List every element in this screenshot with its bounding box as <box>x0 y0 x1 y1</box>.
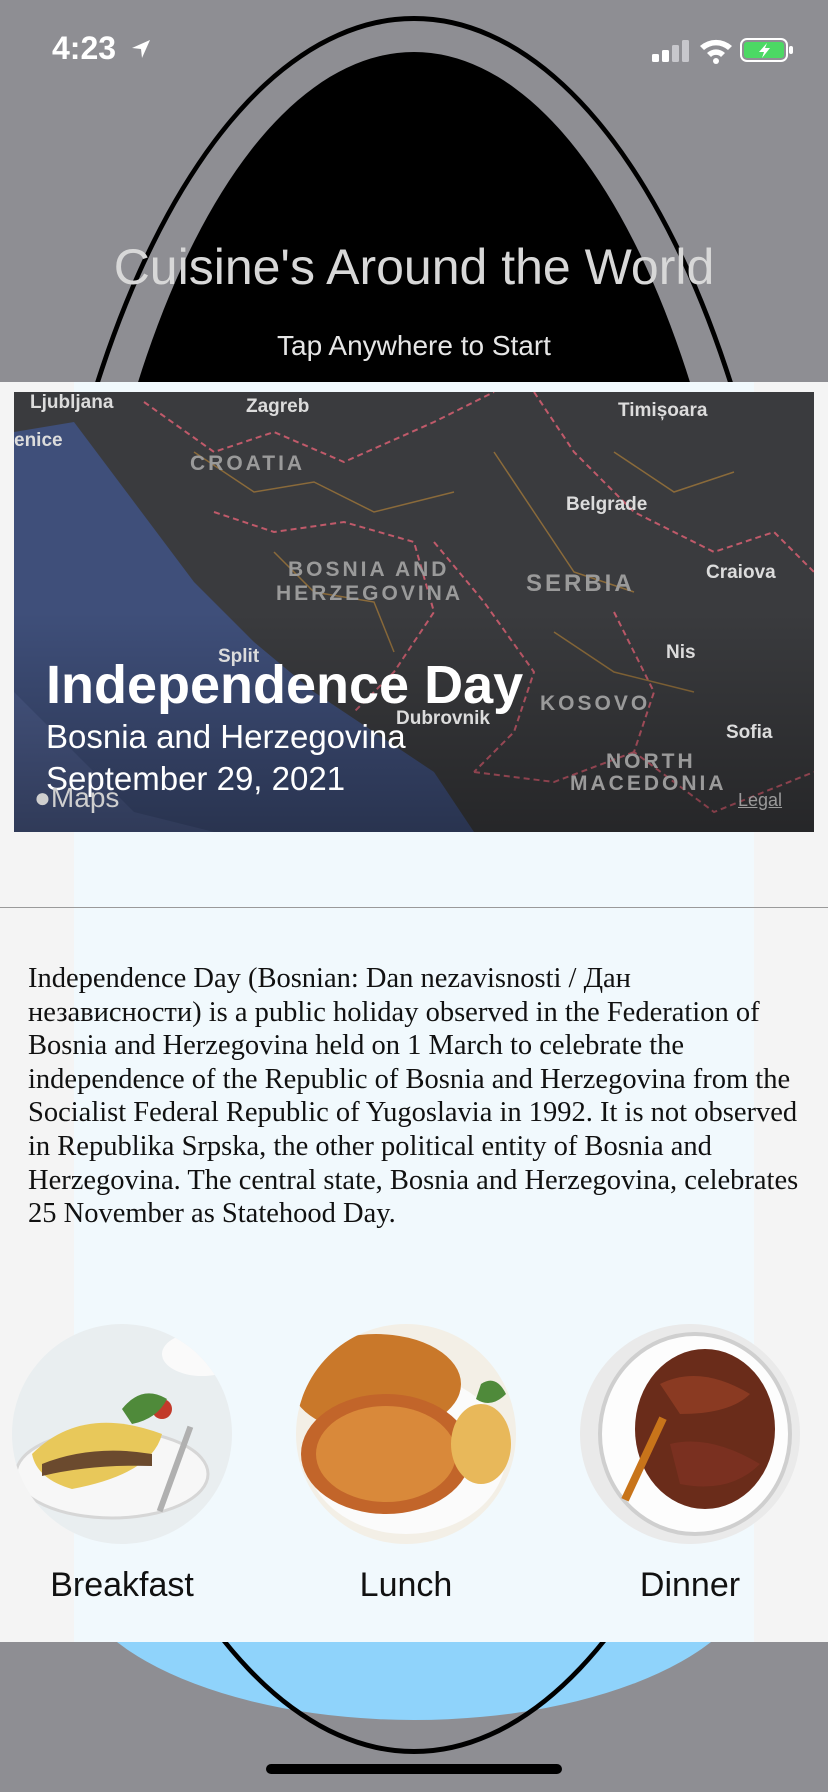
apple-maps-attribution: ●Maps <box>34 782 119 814</box>
lunch-image[interactable] <box>296 1324 516 1544</box>
holiday-country: Bosnia and Herzegovina <box>46 718 406 755</box>
lunch-potato-pancake-icon <box>296 1324 516 1544</box>
meal-label: Breakfast <box>50 1566 194 1604</box>
meal-breakfast[interactable]: Breakfast <box>12 1324 232 1605</box>
tap-to-start-label[interactable]: Tap Anywhere to Start <box>0 330 828 362</box>
map-view[interactable]: Ljubljana Zagreb Timișoara enice Belgrad… <box>14 392 814 832</box>
holiday-description: Independence Day (Bosnian: Dan nezavisno… <box>28 963 799 1230</box>
dinner-image[interactable] <box>580 1324 800 1544</box>
map-country-label: SERBIA <box>526 570 635 597</box>
map-city-label: Ljubljana <box>30 392 114 413</box>
divider <box>0 907 828 908</box>
meal-dinner[interactable]: Dinner <box>580 1324 800 1605</box>
holiday-name: Independence Day <box>46 655 524 715</box>
dinner-beef-icon <box>580 1324 800 1544</box>
map-country-label: MACEDONIA <box>570 772 727 795</box>
map-country-label: KOSOVO <box>540 692 651 715</box>
map-city-label: Zagreb <box>246 396 310 417</box>
map-city-label: enice <box>14 430 63 451</box>
breakfast-omelette-icon <box>12 1324 232 1544</box>
map-city-label: Timișoara <box>618 400 708 421</box>
app-title: Cuisine's Around the World <box>113 239 715 295</box>
map-city-label: Nis <box>666 642 696 663</box>
apple-logo-icon: ● <box>34 782 51 813</box>
cellular-signal-icon <box>652 40 689 62</box>
battery-icon <box>740 38 793 62</box>
home-indicator[interactable] <box>266 1764 562 1774</box>
map-city-label: Sofia <box>726 722 773 743</box>
location-arrow-icon <box>132 40 150 58</box>
map-country-label: HERZEGOVINA <box>276 582 464 605</box>
status-time: 4:23 <box>52 30 117 66</box>
meal-label: Lunch <box>359 1566 453 1604</box>
wifi-icon <box>700 39 732 64</box>
meal-lunch[interactable]: Lunch <box>296 1324 516 1605</box>
map-city-label: Craiova <box>706 562 776 583</box>
maps-attribution-label: Maps <box>50 782 120 813</box>
map-city-label: Belgrade <box>566 494 648 515</box>
map-country-label: NORTH <box>606 750 696 773</box>
legal-link[interactable]: Legal <box>738 790 782 811</box>
breakfast-image[interactable] <box>12 1324 232 1544</box>
map-country-label: CROATIA <box>190 452 306 475</box>
map-country-label: BOSNIA AND <box>288 558 450 581</box>
meal-label: Dinner <box>639 1566 741 1604</box>
